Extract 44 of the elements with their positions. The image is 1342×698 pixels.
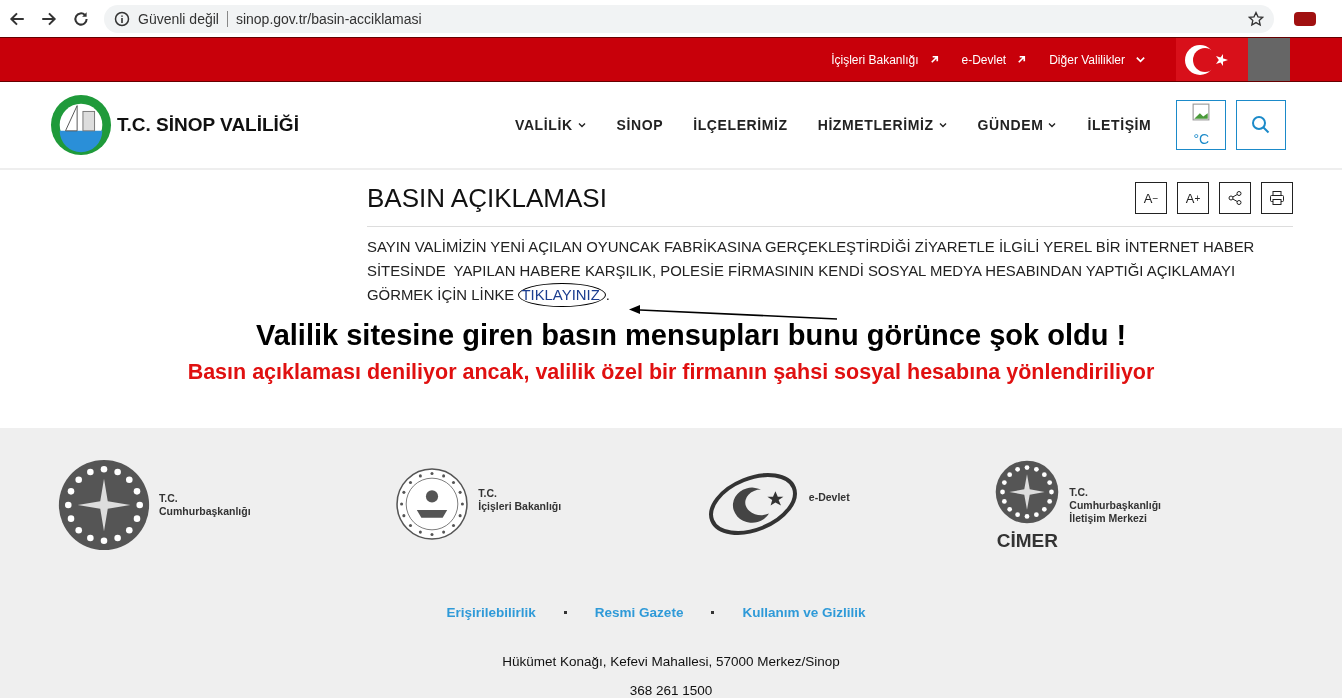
- share-button[interactable]: [1219, 182, 1251, 214]
- site-title[interactable]: T.C. SİNOP VALİLİĞİ: [117, 114, 299, 136]
- address-text: Hükümet Konağı, Kefevi Mahallesi, 57000 Merkez/Sinop: [502, 654, 840, 669]
- star-icon[interactable]: [1248, 10, 1264, 27]
- logo-caption: CİMER: [996, 530, 1058, 552]
- share-icon: [1227, 190, 1243, 206]
- search-button[interactable]: [1236, 100, 1287, 150]
- chevron-down-icon: [1047, 120, 1058, 130]
- chevron-down-icon: [1135, 54, 1146, 65]
- nav-item[interactable]: İLÇELERİMİZ: [693, 117, 788, 133]
- security-label: Güvenli değil: [138, 10, 228, 27]
- url-text: sinop.gov.tr/basin-acciklamasi: [235, 10, 423, 27]
- top-link[interactable]: İçişleri Bakanlığı: [831, 52, 940, 67]
- weather-button[interactable]: °C: [1176, 100, 1227, 150]
- nav-item[interactable]: SİNOP: [616, 117, 664, 133]
- info-icon[interactable]: [114, 10, 130, 27]
- external-link-icon: [928, 54, 940, 65]
- print-icon: [1269, 190, 1285, 206]
- extension-icon[interactable]: [1294, 11, 1316, 26]
- chevron-down-icon: [576, 120, 587, 130]
- top-link[interactable]: Diğer Valilikler: [1049, 52, 1146, 67]
- annotation-subheadline: Basın açıklaması deniliyor ancak, valilik özel bir firmanın şahsi sosyal hesabına yönlendiriliyor: [186, 360, 1156, 385]
- photo-placeholder: [1248, 38, 1290, 81]
- article-text: SAYIN VALİMİZİN YENİ AÇILAN OYUNCAK FABRİKASINA GERÇEKLEŞTİRDİĞİ ZİYARETLE İLGİLİ YEREL BİR İNTERNET HABER SİTESİNDE YAPILAN HABERE KARŞILIK, POLESİE FİRMASININ KENDİ SOSYAL MEDYA HESABINDAN YAPTIĞI AÇIKLAMAYI GÖRMEK İÇİN LİNKE TIKLAYINIZ .: [367, 235, 1293, 307]
- logo-icon[interactable]: [50, 94, 112, 156]
- external-link-icon: [1016, 54, 1028, 65]
- nav-item[interactable]: VALİLİK: [515, 117, 587, 133]
- page-title: BASIN AÇIKLAMASI: [367, 182, 607, 214]
- broken-image-icon: [1192, 103, 1211, 121]
- address-bar[interactable]: Güvenli değil sinop.gov.tr/basin-acciklamasi: [104, 4, 1274, 33]
- logo-text[interactable]: T.C. İçişleri Bakanlığı: [478, 487, 562, 513]
- nav-item[interactable]: GÜNDEM: [977, 117, 1058, 133]
- print-button[interactable]: [1261, 182, 1293, 214]
- search-icon: [1251, 115, 1272, 135]
- logo-text[interactable]: T.C. Cumhurbaşkanlığı: [159, 492, 251, 518]
- nav-item[interactable]: HİZMETLERİMİZ: [817, 117, 948, 133]
- top-link[interactable]: e-Devlet: [961, 52, 1028, 67]
- logo-text[interactable]: e-Devlet: [808, 490, 850, 504]
- chevron-down-icon: [937, 120, 948, 130]
- phone-text: 368 261 1500: [629, 683, 713, 698]
- annotation-headline: Valilik sitesine giren basın mensupları bunu görünce şok oldu !: [254, 319, 1128, 352]
- nav-item[interactable]: İLETİŞİM: [1087, 117, 1152, 133]
- reload-icon[interactable]: [72, 9, 90, 28]
- logo-text[interactable]: T.C. Cumhurbaşkanlığı İletişim Merkezi: [1069, 485, 1161, 525]
